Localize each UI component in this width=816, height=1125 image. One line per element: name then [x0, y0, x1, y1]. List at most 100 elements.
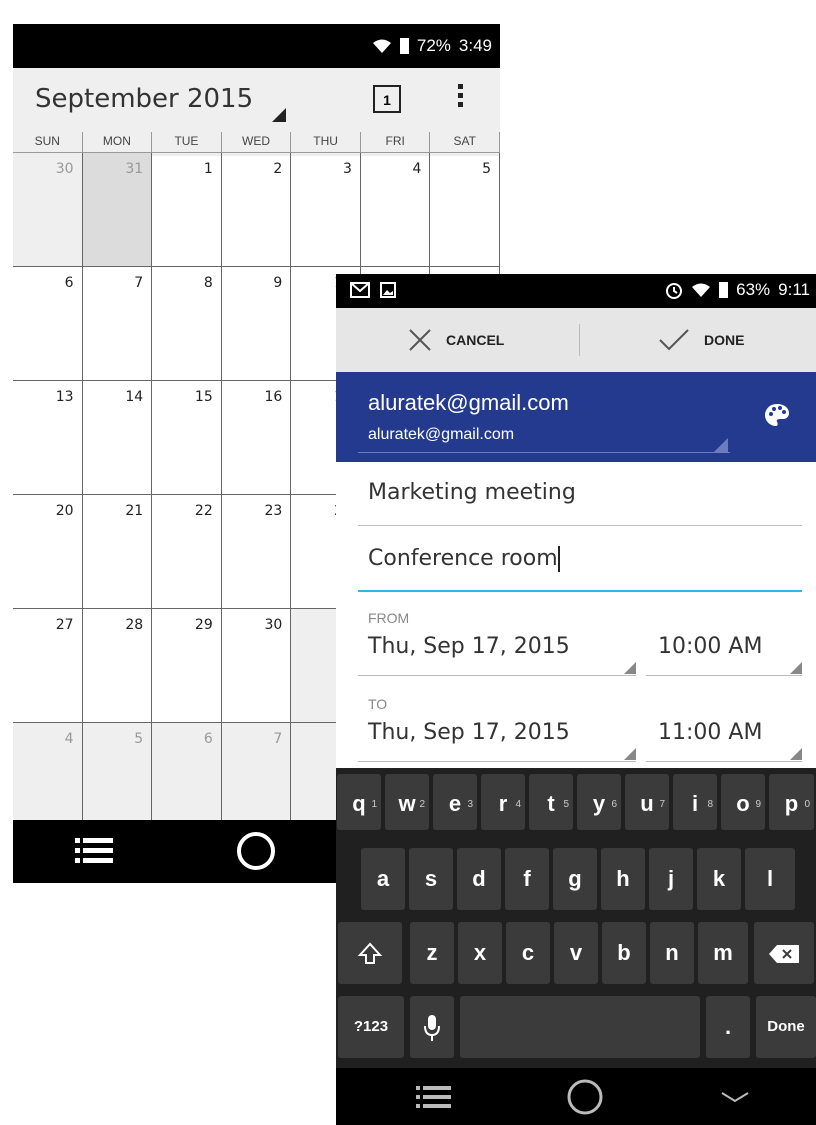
day-cell[interactable]: 30 — [222, 609, 292, 722]
battery-percent: 63% — [736, 280, 771, 299]
to-time-picker[interactable]: 11:00 AM — [646, 720, 802, 762]
day-cell[interactable]: 1 — [152, 153, 222, 266]
shift-key[interactable] — [338, 922, 402, 984]
input-underline — [358, 525, 802, 526]
divider — [579, 324, 580, 356]
home-circle-icon[interactable] — [566, 1078, 604, 1116]
key-g[interactable]: g — [553, 848, 597, 910]
key-f[interactable]: f — [505, 848, 549, 910]
key-i[interactable]: 8i — [673, 774, 717, 830]
day-cell[interactable]: 2 — [222, 153, 292, 266]
to-date-picker[interactable]: Thu, Sep 17, 2015 — [358, 720, 636, 762]
day-cell[interactable]: 16 — [222, 381, 292, 494]
day-cell[interactable]: 23 — [222, 495, 292, 608]
key-t[interactable]: 5t — [529, 774, 573, 830]
alarm-icon — [666, 283, 683, 299]
day-cell[interactable]: 9 — [222, 267, 292, 380]
weekday-label: WED — [222, 132, 292, 152]
day-cell[interactable]: 3 — [291, 153, 361, 266]
dropdown-icon — [790, 748, 802, 760]
weekday-label: MON — [83, 132, 153, 152]
picker-underline — [646, 675, 802, 676]
calendar-today-icon[interactable]: 1 — [373, 85, 401, 113]
picker-underline — [358, 761, 636, 762]
status-bar: 63% 9:11 — [336, 274, 816, 308]
key-y[interactable]: 6y — [577, 774, 621, 830]
key-z[interactable]: z — [410, 922, 454, 984]
account-email: aluratek@gmail.com — [368, 426, 515, 443]
key-o[interactable]: 9o — [721, 774, 765, 830]
symbols-key[interactable]: ?123 — [338, 996, 404, 1058]
space-key[interactable] — [460, 996, 700, 1058]
input-underline — [358, 590, 802, 592]
day-cell[interactable]: 27 — [13, 609, 83, 722]
key-d[interactable]: d — [457, 848, 501, 910]
day-cell[interactable]: 21 — [83, 495, 153, 608]
backspace-key[interactable] — [754, 922, 814, 984]
day-cell[interactable]: 15 — [152, 381, 222, 494]
day-cell[interactable]: 4 — [361, 153, 431, 266]
shift-icon — [357, 942, 383, 965]
day-cell[interactable]: 8 — [152, 267, 222, 380]
from-time-picker[interactable]: 10:00 AM — [646, 634, 802, 676]
color-palette-icon[interactable] — [764, 402, 790, 428]
calendar-account-selector[interactable]: aluratek@gmail.com aluratek@gmail.com — [336, 372, 816, 462]
list-icon[interactable] — [75, 838, 115, 864]
key-b[interactable]: b — [602, 922, 646, 984]
key-s[interactable]: s — [409, 848, 453, 910]
status-bar: 72% 3:49 — [13, 24, 500, 68]
day-cell[interactable]: 6 — [13, 267, 83, 380]
day-cell[interactable]: 20 — [13, 495, 83, 608]
key-e[interactable]: 3e — [433, 774, 477, 830]
from-date-value: Thu, Sep 17, 2015 — [368, 634, 570, 659]
from-label: FROM — [368, 610, 410, 626]
microphone-key[interactable] — [410, 996, 454, 1058]
cancel-button[interactable]: CANCEL — [408, 308, 504, 372]
image-icon — [380, 282, 396, 298]
key-h[interactable]: h — [601, 848, 645, 910]
key-j[interactable]: j — [649, 848, 693, 910]
event-title-value: Marketing meeting — [368, 480, 576, 505]
day-cell[interactable]: 30 — [13, 153, 83, 266]
from-date-picker[interactable]: Thu, Sep 17, 2015 — [358, 634, 636, 676]
month-title[interactable]: September 2015 — [35, 84, 253, 114]
day-cell[interactable]: 14 — [83, 381, 153, 494]
key-v[interactable]: v — [554, 922, 598, 984]
key-p[interactable]: 0p — [769, 774, 814, 830]
keyboard-done-key[interactable]: Done — [756, 996, 816, 1058]
clock: 9:11 — [778, 280, 810, 299]
day-cell[interactable]: 13 — [13, 381, 83, 494]
day-cell[interactable]: 28 — [83, 609, 153, 722]
backspace-icon — [769, 945, 799, 964]
hide-keyboard-icon[interactable] — [720, 1090, 750, 1104]
to-time-value: 11:00 AM — [658, 720, 763, 745]
day-cell[interactable]: 22 — [152, 495, 222, 608]
day-cell[interactable]: 7 — [83, 267, 153, 380]
done-button[interactable]: DONE — [658, 308, 744, 372]
key-x[interactable]: x — [458, 922, 502, 984]
account-name: aluratek@gmail.com — [368, 390, 569, 415]
location-input[interactable]: Conference room — [358, 546, 802, 592]
day-cell[interactable]: 5 — [430, 153, 500, 266]
day-cell[interactable]: 29 — [152, 609, 222, 722]
key-c[interactable]: c — [506, 922, 550, 984]
weekday-label: FRI — [361, 132, 431, 152]
key-a[interactable]: a — [361, 848, 405, 910]
day-cell[interactable]: 31 — [82, 153, 153, 266]
key-q[interactable]: 1q — [337, 774, 381, 830]
list-icon[interactable] — [416, 1086, 452, 1108]
home-circle-icon[interactable] — [235, 830, 277, 872]
key-m[interactable]: m — [698, 922, 748, 984]
key-l[interactable]: l — [745, 848, 795, 910]
key-w[interactable]: 2w — [385, 774, 429, 830]
key-r[interactable]: 4r — [481, 774, 525, 830]
period-key[interactable]: . — [706, 996, 750, 1058]
close-icon — [409, 329, 431, 351]
overflow-menu-icon[interactable] — [458, 84, 464, 111]
picker-underline — [646, 761, 802, 762]
key-u[interactable]: 7u — [625, 774, 669, 830]
month-dropdown-icon[interactable] — [272, 108, 286, 122]
event-title-input[interactable]: Marketing meeting — [358, 480, 802, 526]
key-k[interactable]: k — [697, 848, 741, 910]
key-n[interactable]: n — [650, 922, 694, 984]
